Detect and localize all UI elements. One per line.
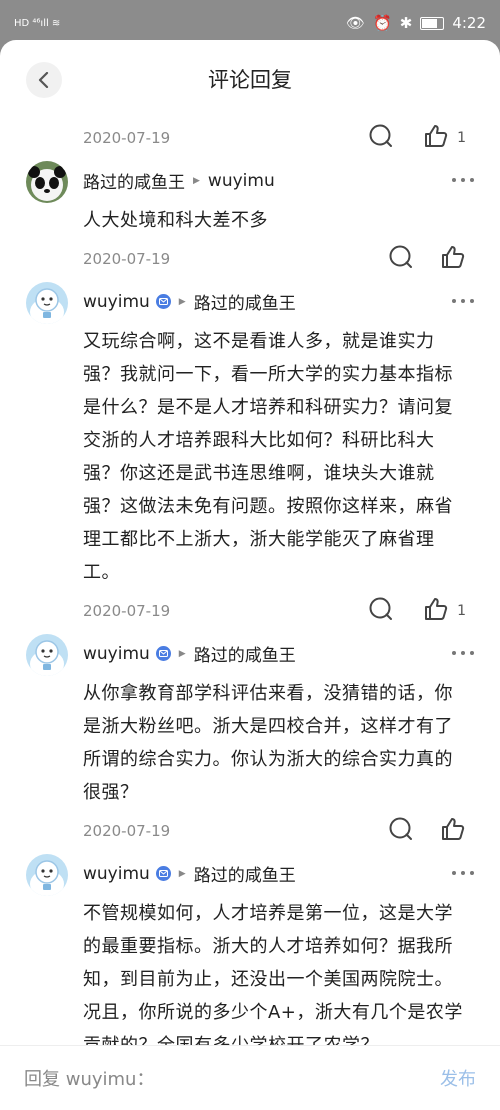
reply-item: 2020-07-19 1 路过的咸鱼王 ▶ wuyimu 人大处境和科大差不多 xyxy=(0,116,500,237)
reply-to-name[interactable]: 路过的咸鱼王 xyxy=(194,861,296,886)
author-row: wuyimu ▶ 路过的咸鱼王 xyxy=(0,853,500,897)
verified-badge-icon xyxy=(155,294,171,309)
reply-meta: 2020-07-19 xyxy=(0,809,500,853)
reply-bar: 回复 wuyimu： 发布 xyxy=(0,1045,500,1110)
reply-arrow-icon: ▶ xyxy=(178,296,186,307)
author-row: 路过的咸鱼王 ▶ wuyimu xyxy=(0,160,500,204)
status-right: 👁 ⏰ ✱ 4:22 xyxy=(346,14,486,32)
reply-meta: 2020-07-19 1 xyxy=(0,589,500,633)
avatar[interactable] xyxy=(26,854,68,896)
reply-arrow-icon: ▶ xyxy=(178,648,186,659)
more-options-icon[interactable] xyxy=(452,299,474,303)
reply-names: wuyimu ▶ 路过的咸鱼王 xyxy=(83,641,296,667)
header: 评论回复 xyxy=(0,40,500,116)
reply-date: 2020-07-19 xyxy=(83,602,171,620)
like-button[interactable] xyxy=(440,816,466,846)
avatar[interactable] xyxy=(26,282,68,324)
reply-to-name[interactable]: wuyimu xyxy=(208,171,275,191)
reply-text: 人大处境和科大差不多 xyxy=(83,210,268,231)
author-name[interactable]: wuyimu xyxy=(83,644,150,664)
signal-indicators: HD ⁴⁶ıll ≋ xyxy=(14,18,60,29)
comment-icon xyxy=(388,244,414,274)
author-name[interactable]: 路过的咸鱼王 xyxy=(83,168,185,193)
eye-icon: 👁 xyxy=(346,14,366,32)
page-title: 评论回复 xyxy=(208,68,292,92)
reply-text: 从你拿教育部学科评估来看，没猜错的话，你是浙大粉丝吧。浙大是四校合并，这样才有了… xyxy=(83,683,453,803)
avatar[interactable] xyxy=(26,634,68,676)
reply-to-name[interactable]: 路过的咸鱼王 xyxy=(194,289,296,314)
bluetooth-icon: ✱ xyxy=(399,14,413,32)
more-options-icon[interactable] xyxy=(452,651,474,655)
reply-names: wuyimu ▶ 路过的咸鱼王 xyxy=(83,289,296,315)
reply-meta: 2020-07-19 1 xyxy=(0,116,500,160)
reply-arrow-icon: ▶ xyxy=(193,175,200,186)
author-name[interactable]: wuyimu xyxy=(83,864,150,884)
reply-list: 2020-07-19 1 路过的咸鱼王 ▶ wuyimu 人大处境和科大差不多 2020-0… xyxy=(0,116,500,1062)
verified-badge-icon xyxy=(155,866,171,881)
thumbs-up-icon xyxy=(423,123,449,153)
network-status: HD ⁴⁶ıll ≋ xyxy=(14,17,61,29)
like-button[interactable] xyxy=(440,244,466,274)
reply-date: 2020-07-19 xyxy=(83,250,171,268)
alarm-icon: ⏰ xyxy=(373,14,392,32)
reply-meta: 2020-07-19 xyxy=(0,237,500,281)
thumbs-up-icon xyxy=(440,244,466,274)
battery-icon xyxy=(420,16,445,30)
comment-button[interactable] xyxy=(368,596,394,626)
reply-names: 路过的咸鱼王 ▶ wuyimu xyxy=(83,168,275,194)
comment-button[interactable] xyxy=(368,123,394,153)
clock: 4:22 xyxy=(452,14,486,32)
comment-icon xyxy=(368,596,394,626)
verified-badge-icon xyxy=(155,646,171,661)
more-options-icon[interactable] xyxy=(452,178,474,182)
author-row: wuyimu ▶ 路过的咸鱼王 xyxy=(0,281,500,325)
reply-item: 2020-07-19 wuyimu ▶ 路过的咸鱼王又玩综合啊，这不是看谁人多，就是谁… xyxy=(0,237,500,589)
reply-input[interactable]: 回复 wuyimu： xyxy=(24,1065,154,1091)
author-name[interactable]: wuyimu xyxy=(83,292,150,312)
like-button[interactable]: 1 xyxy=(423,596,466,626)
comment-icon xyxy=(388,816,414,846)
reply-date: 2020-07-19 xyxy=(83,822,171,840)
avatar[interactable] xyxy=(26,161,68,203)
reply-sheet: 评论回复 2020-07-19 1 路过的咸鱼王 ▶ wuyimu 人大处境和科大差不多 2… xyxy=(0,40,500,1110)
like-count: 1 xyxy=(457,130,466,146)
reply-arrow-icon: ▶ xyxy=(178,868,186,879)
thumbs-up-icon xyxy=(423,596,449,626)
reply-text: 又玩综合啊，这不是看谁人多，就是谁实力强？我就问一下，看一所大学的实力基本指标是… xyxy=(83,331,453,583)
reply-date: 2020-07-19 xyxy=(83,129,171,147)
reply-item: 2020-07-19 1 wuyimu ▶ 路过的咸鱼王从你拿教育部学科评估来看，没猜错… xyxy=(0,589,500,809)
more-options-icon[interactable] xyxy=(452,871,474,875)
like-count: 1 xyxy=(457,603,466,619)
reply-text: 不管规模如何，人才培养是第一位，这是大学的最重要指标。浙大的人才培养如何？据我所… xyxy=(83,903,463,1056)
like-button[interactable]: 1 xyxy=(423,123,466,153)
comment-button[interactable] xyxy=(388,244,414,274)
author-row: wuyimu ▶ 路过的咸鱼王 xyxy=(0,633,500,677)
comment-icon xyxy=(368,123,394,153)
reply-item: 2020-07-19 wuyimu ▶ 路过的咸鱼王不管规模如何，人才培养是第一位，这… xyxy=(0,809,500,1062)
send-button[interactable]: 发布 xyxy=(440,1065,476,1091)
reply-to-name[interactable]: 路过的咸鱼王 xyxy=(194,641,296,666)
thumbs-up-icon xyxy=(440,816,466,846)
reply-names: wuyimu ▶ 路过的咸鱼王 xyxy=(83,861,296,887)
comment-button[interactable] xyxy=(388,816,414,846)
